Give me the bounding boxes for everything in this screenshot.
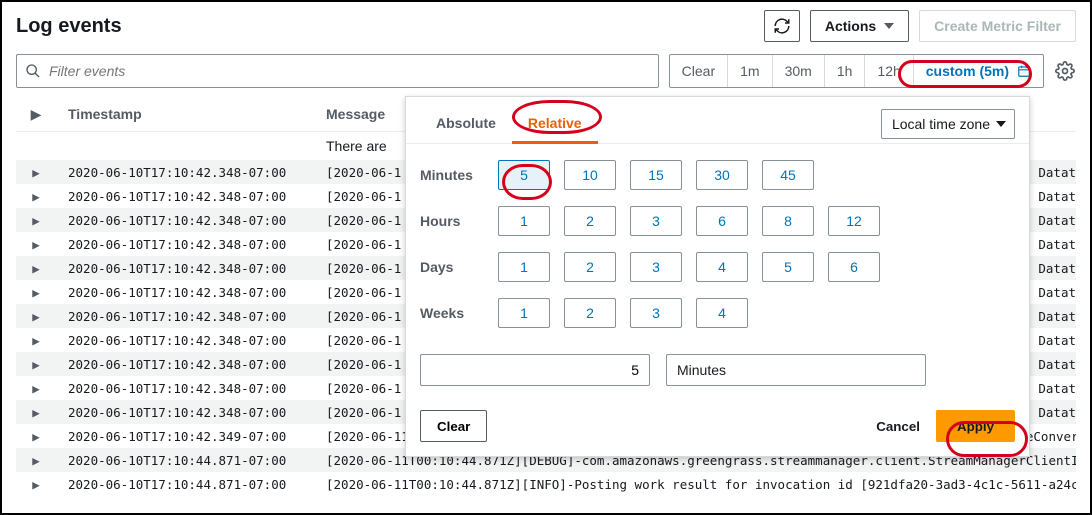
row-timestamp: 2020-06-10T17:10:42.348-07:00 [56, 189, 326, 204]
page-title: Log events [16, 15, 122, 38]
tab-absolute[interactable]: Absolute [420, 105, 512, 143]
row-expand-caret[interactable]: ▶ [16, 357, 56, 372]
relative-chip[interactable]: 30 [696, 160, 748, 190]
relative-chip[interactable]: 4 [696, 298, 748, 328]
row-timestamp: 2020-06-10T17:10:42.348-07:00 [56, 237, 326, 252]
actions-label: Actions [825, 18, 876, 34]
relative-chip[interactable]: 10 [564, 160, 616, 190]
row-expand-caret[interactable]: ▶ [16, 429, 56, 444]
relative-chip[interactable]: 2 [564, 298, 616, 328]
time-preset-1m[interactable]: 1m [728, 55, 772, 87]
col-timestamp: Timestamp [56, 106, 326, 123]
relative-row-label: Weeks [420, 305, 498, 321]
row-message: [2020-06-11T00:10:44.871Z][INFO]-Posting… [326, 477, 1076, 492]
relative-row-label: Hours [420, 213, 498, 229]
time-preset-1h[interactable]: 1h [825, 55, 866, 87]
time-picker-popover: Absolute Relative Local time zone Minute… [405, 96, 1030, 457]
relative-chip[interactable]: 3 [630, 298, 682, 328]
popover-cancel-button[interactable]: Cancel [876, 419, 920, 434]
settings-button[interactable] [1054, 60, 1076, 82]
row-expand-caret[interactable]: ▶ [16, 285, 56, 300]
row-timestamp: 2020-06-10T17:10:44.871-07:00 [56, 477, 326, 492]
relative-unit-select[interactable]: Minutes [666, 354, 926, 386]
chevron-down-icon [996, 121, 1006, 127]
calendar-icon [1017, 64, 1031, 78]
time-preset-30m[interactable]: 30m [773, 55, 825, 87]
row-timestamp: 2020-06-10T17:10:42.349-07:00 [56, 429, 326, 444]
row-timestamp: 2020-06-10T17:10:42.348-07:00 [56, 165, 326, 180]
relative-row-label: Minutes [420, 167, 498, 183]
row-expand-caret[interactable]: ▶ [16, 453, 56, 468]
row-timestamp: 2020-06-10T17:10:42.348-07:00 [56, 357, 326, 372]
row-expand-caret[interactable]: ▶ [16, 213, 56, 228]
refresh-button[interactable] [764, 10, 800, 42]
row-expand-caret[interactable]: ▶ [16, 309, 56, 324]
relative-chip[interactable]: 1 [498, 252, 550, 282]
relative-chip[interactable]: 45 [762, 160, 814, 190]
relative-chip[interactable]: 1 [498, 298, 550, 328]
time-range-bar: Clear 1m 30m 1h 12h custom (5m) [669, 54, 1044, 88]
row-timestamp: 2020-06-10T17:10:42.348-07:00 [56, 285, 326, 300]
chevron-down-icon [884, 23, 894, 29]
table-row: ▶2020-06-10T17:10:44.871-07:00[2020-06-1… [16, 472, 1076, 496]
row-expand-caret[interactable]: ▶ [16, 405, 56, 420]
relative-chip[interactable]: 12 [828, 206, 880, 236]
timezone-label: Local time zone [892, 116, 990, 132]
relative-chip[interactable]: 6 [828, 252, 880, 282]
relative-chip[interactable]: 5 [762, 252, 814, 282]
expand-all-caret[interactable]: ▶ [16, 106, 56, 123]
row-expand-caret[interactable]: ▶ [16, 381, 56, 396]
relative-chip[interactable]: 15 [630, 160, 682, 190]
relative-chip[interactable]: 5 [498, 160, 550, 190]
relative-chip[interactable]: 2 [564, 206, 616, 236]
row-timestamp: 2020-06-10T17:10:42.348-07:00 [56, 333, 326, 348]
row-expand-caret[interactable]: ▶ [16, 165, 56, 180]
tab-relative[interactable]: Relative [512, 105, 598, 143]
time-custom[interactable]: custom (5m) [914, 55, 1043, 87]
relative-unit-label: Minutes [677, 362, 726, 378]
time-custom-label: custom (5m) [926, 63, 1009, 79]
filter-input-wrapper[interactable] [16, 54, 659, 88]
refresh-icon [773, 17, 791, 35]
relative-chip[interactable]: 2 [564, 252, 616, 282]
relative-value-input[interactable] [420, 354, 650, 386]
popover-clear-button[interactable]: Clear [420, 410, 487, 442]
relative-row-label: Days [420, 259, 498, 275]
row-timestamp: 2020-06-10T17:10:42.348-07:00 [56, 261, 326, 276]
relative-chip[interactable]: 3 [630, 252, 682, 282]
time-clear[interactable]: Clear [670, 55, 728, 87]
row-expand-caret[interactable]: ▶ [16, 261, 56, 276]
filter-input[interactable] [49, 63, 650, 79]
row-timestamp: 2020-06-10T17:10:44.871-07:00 [56, 453, 326, 468]
timezone-select[interactable]: Local time zone [881, 109, 1015, 139]
row-timestamp: 2020-06-10T17:10:42.348-07:00 [56, 405, 326, 420]
relative-chip[interactable]: 3 [630, 206, 682, 236]
row-timestamp: 2020-06-10T17:10:42.348-07:00 [56, 213, 326, 228]
create-metric-filter-button[interactable]: Create Metric Filter [919, 10, 1076, 42]
row-expand-caret[interactable]: ▶ [16, 237, 56, 252]
popover-apply-button[interactable]: Apply [936, 410, 1015, 442]
relative-chip[interactable]: 4 [696, 252, 748, 282]
row-timestamp: 2020-06-10T17:10:42.348-07:00 [56, 309, 326, 324]
row-expand-caret[interactable]: ▶ [16, 189, 56, 204]
relative-chip[interactable]: 8 [762, 206, 814, 236]
relative-chip[interactable]: 6 [696, 206, 748, 236]
actions-button[interactable]: Actions [810, 10, 909, 42]
row-expand-caret[interactable]: ▶ [16, 477, 56, 492]
relative-chip[interactable]: 1 [498, 206, 550, 236]
row-expand-caret[interactable]: ▶ [16, 333, 56, 348]
gear-icon [1055, 61, 1075, 81]
time-preset-12h[interactable]: 12h [865, 55, 913, 87]
row-timestamp: 2020-06-10T17:10:42.348-07:00 [56, 381, 326, 396]
search-icon [25, 63, 41, 79]
